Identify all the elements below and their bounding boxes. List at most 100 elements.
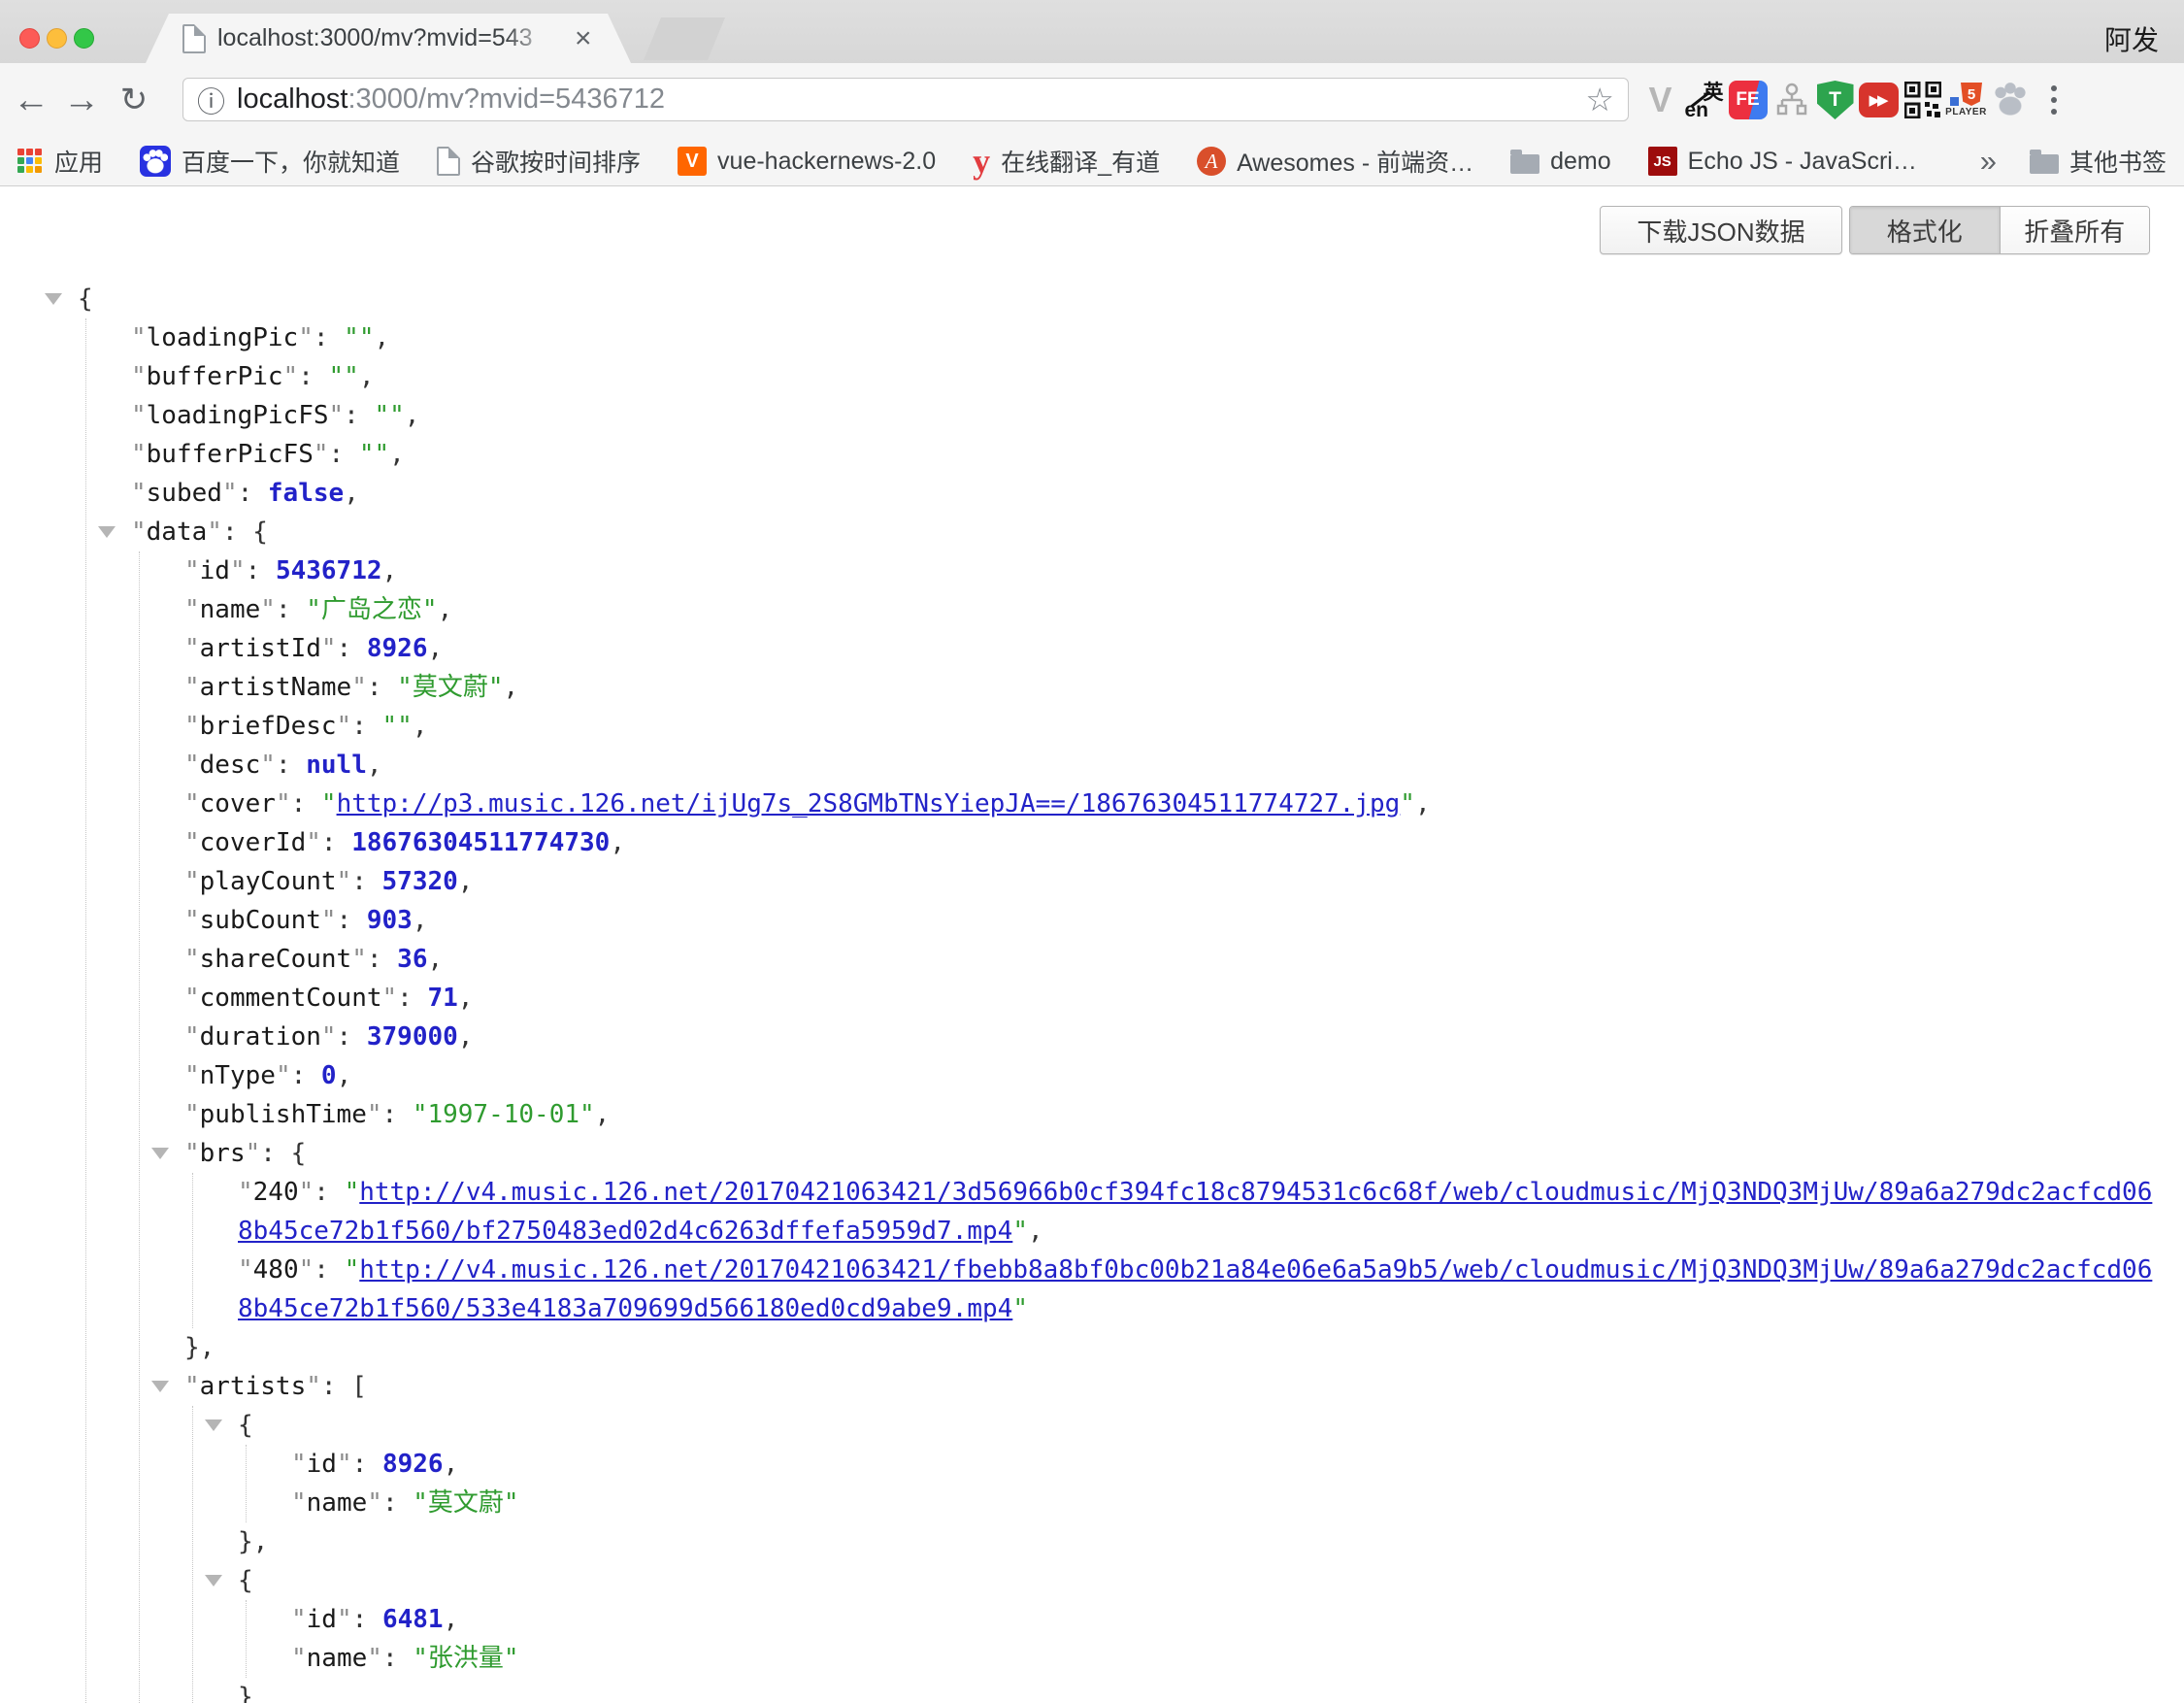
json-token-p: : bbox=[246, 556, 276, 585]
json-token-q: " bbox=[306, 1372, 321, 1401]
json-token-p: , bbox=[427, 945, 443, 974]
tab-close-icon[interactable]: × bbox=[575, 24, 592, 53]
download-json-button[interactable]: 下载JSON数据 bbox=[1600, 206, 1842, 254]
vue-devtools-icon[interactable]: V bbox=[1638, 71, 1682, 129]
json-token-p: , bbox=[503, 673, 518, 702]
json-group: "240": "http://v4.music.126.net/20170421… bbox=[192, 1173, 2157, 1328]
json-token-p: , bbox=[389, 440, 405, 469]
minimize-window-button[interactable] bbox=[47, 28, 67, 49]
bookmark-star-icon[interactable]: ☆ bbox=[1585, 81, 1614, 118]
new-tab-button[interactable] bbox=[644, 17, 725, 61]
json-token-q: " bbox=[367, 1644, 382, 1673]
json-token-k: name bbox=[307, 1488, 368, 1518]
html5-player-icon[interactable]: 5 PLAYER bbox=[1944, 71, 1988, 129]
bookmark-item-vue-hackernews[interactable]: V vue-hackernews-2.0 bbox=[678, 147, 936, 176]
format-button[interactable]: 格式化 bbox=[1850, 207, 2001, 253]
json-token-p: : bbox=[367, 673, 397, 702]
bookmark-item-awesomes[interactable]: A Awesomes - 前端资… bbox=[1197, 144, 1473, 179]
json-token-q: " bbox=[131, 323, 147, 352]
json-token-q: " bbox=[238, 1255, 253, 1285]
tampermonkey-icon[interactable]: T bbox=[1813, 71, 1857, 129]
json-token-k: commentCount bbox=[200, 984, 382, 1013]
json-token-k: desc bbox=[200, 751, 261, 780]
apps-shortcut[interactable]: 应用 bbox=[17, 144, 103, 179]
active-tab[interactable]: localhost:3000/mv?mvid=543 × bbox=[146, 14, 631, 63]
json-token-n: 379000 bbox=[367, 1022, 458, 1052]
bookmarks-overflow-icon[interactable]: » bbox=[1980, 144, 1997, 179]
json-line: "loadingPicFS": "", bbox=[131, 396, 2157, 435]
json-token-q: " bbox=[276, 789, 291, 818]
json-token-n: 0 bbox=[321, 1061, 337, 1090]
json-token-q: " bbox=[207, 518, 222, 547]
sitemap-icon[interactable] bbox=[1770, 71, 1813, 129]
json-token-p: : [ bbox=[321, 1372, 367, 1401]
json-token-s: " bbox=[321, 789, 337, 818]
json-token-p: , bbox=[444, 1450, 459, 1479]
json-line: { bbox=[238, 1561, 2157, 1600]
toolbar: ← → ↻ ⓘ localhost:3000/mv?mvid=5436712 ☆… bbox=[0, 63, 2184, 137]
json-token-s: "" bbox=[382, 712, 413, 741]
fe-helper-icon[interactable]: FE bbox=[1726, 71, 1770, 129]
qrcode-icon[interactable] bbox=[1901, 71, 1944, 129]
json-token-k: bufferPicFS bbox=[147, 440, 314, 469]
json-token-q: " bbox=[184, 595, 200, 624]
json-token-p: : { bbox=[222, 518, 268, 547]
collapse-toggle-icon[interactable] bbox=[205, 1419, 222, 1431]
json-token-q: " bbox=[314, 440, 329, 469]
json-token-q: " bbox=[329, 401, 345, 430]
json-token-p: : bbox=[314, 1255, 344, 1285]
collapse-toggle-icon[interactable] bbox=[151, 1148, 169, 1159]
json-token-q: " bbox=[230, 556, 246, 585]
maximize-window-button[interactable] bbox=[74, 28, 94, 49]
json-token-s: " bbox=[1400, 789, 1415, 818]
json-line: }, bbox=[184, 1328, 2157, 1367]
video-downloader-icon[interactable]: ▶▶ bbox=[1857, 71, 1901, 129]
json-token-p: , bbox=[610, 828, 625, 857]
forward-button[interactable]: → bbox=[58, 63, 105, 137]
json-token-q: " bbox=[337, 1605, 352, 1634]
bookmark-item-google-sort[interactable]: 谷歌按时间排序 bbox=[437, 144, 641, 179]
back-button[interactable]: ← bbox=[8, 63, 54, 137]
bookmark-item-baidu[interactable]: 百度一下，你就知道 bbox=[140, 144, 400, 179]
address-bar[interactable]: ⓘ localhost:3000/mv?mvid=5436712 ☆ bbox=[182, 78, 1629, 121]
json-token-q: " bbox=[184, 1139, 200, 1168]
json-token-k: artistName bbox=[200, 673, 352, 702]
json-token-q: " bbox=[291, 1605, 307, 1634]
collapse-toggle-icon[interactable] bbox=[151, 1381, 169, 1392]
bookmark-item-echojs[interactable]: JS Echo JS - JavaScri… bbox=[1648, 147, 1917, 176]
json-line: "artistId": 8926, bbox=[184, 629, 2157, 668]
collapse-toggle-icon[interactable] bbox=[205, 1575, 222, 1586]
json-token-n: 8926 bbox=[367, 634, 428, 663]
json-link[interactable]: http://v4.music.126.net/20170421063421/f… bbox=[238, 1255, 2152, 1323]
collapse-toggle-icon[interactable] bbox=[98, 526, 116, 538]
json-token-p: : bbox=[314, 1178, 344, 1207]
translate-icon[interactable]: 英 en bbox=[1682, 71, 1726, 129]
bookmark-item-demo[interactable]: demo bbox=[1510, 148, 1611, 176]
json-line: "commentCount": 71, bbox=[184, 979, 2157, 1018]
json-token-p: , bbox=[405, 401, 420, 430]
json-token-n: 57320 bbox=[382, 867, 458, 896]
json-token-q: " bbox=[367, 1100, 382, 1129]
close-window-button[interactable] bbox=[19, 28, 40, 49]
bookmark-item-youdao[interactable]: y 在线翻译_有道 bbox=[973, 144, 1160, 179]
paw-icon[interactable] bbox=[1988, 71, 2032, 129]
menu-icon[interactable] bbox=[2032, 71, 2075, 129]
json-token-p: : bbox=[382, 1100, 413, 1129]
json-token-k: id bbox=[307, 1450, 337, 1479]
json-token-p: , bbox=[1028, 1217, 1043, 1246]
json-token-s: "莫文蔚" bbox=[397, 673, 503, 702]
collapse-all-button[interactable]: 折叠所有 bbox=[2001, 207, 2150, 253]
json-line: "loadingPic": "", bbox=[131, 318, 2157, 357]
json-link[interactable]: http://p3.music.126.net/ijUg7s_2S8GMbTNs… bbox=[337, 789, 1401, 818]
other-bookmarks[interactable]: 其他书签 bbox=[2030, 144, 2167, 179]
json-token-n: 5436712 bbox=[276, 556, 382, 585]
json-token-q: " bbox=[337, 712, 352, 741]
collapse-toggle-icon[interactable] bbox=[45, 293, 62, 305]
reload-button[interactable]: ↻ bbox=[111, 63, 157, 137]
json-token-p: , bbox=[367, 751, 382, 780]
json-token-p: , bbox=[427, 634, 443, 663]
json-line: "bufferPic": "", bbox=[131, 357, 2157, 396]
page-info-icon[interactable]: ⓘ bbox=[197, 80, 225, 120]
json-token-q: " bbox=[184, 1372, 200, 1401]
json-link[interactable]: http://v4.music.126.net/20170421063421/3… bbox=[238, 1178, 2152, 1246]
